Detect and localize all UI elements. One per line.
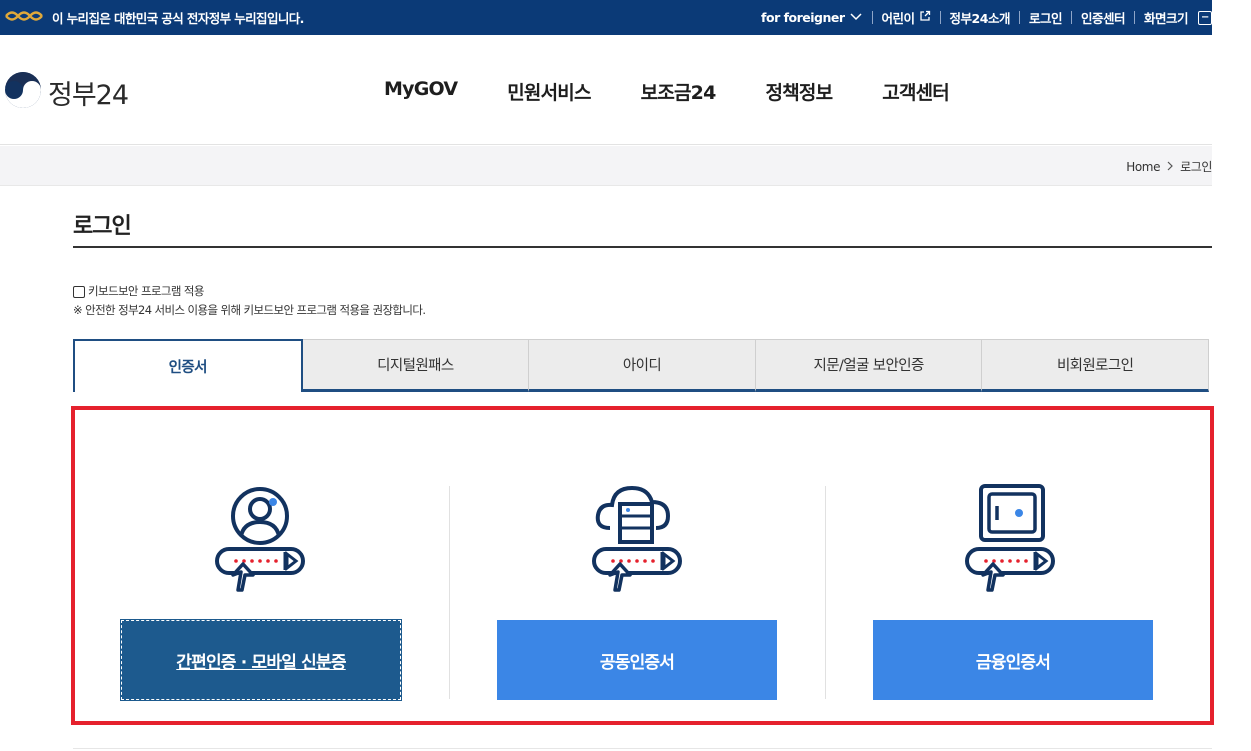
site-header: 정부24 MyGOV 민원서비스 보조금24 정책정보 고객센터 bbox=[0, 35, 1212, 145]
kids-label: 어린이 bbox=[881, 11, 916, 26]
login-method-tabs: 인증서 디지털원패스 아이디 지문/얼굴 보안인증 비회원로그인 bbox=[73, 339, 1209, 392]
zoom-out-button[interactable]: − bbox=[1198, 10, 1212, 25]
utility-menu: for foreigner 어린이 정부24소개 로그인 인증센터 화면크기 − bbox=[761, 8, 1212, 27]
divider bbox=[1070, 11, 1072, 24]
simple-auth-person-icon bbox=[211, 482, 311, 594]
financial-cert-safe-icon bbox=[961, 482, 1061, 594]
keyboard-security: 키보드보안 프로그램 적용 ※ 안전한 정부24 서비스 이용을 위해 키보드보… bbox=[73, 282, 426, 320]
tab-digital-onepass[interactable]: 디지털원패스 bbox=[302, 339, 530, 392]
for-foreigner-dropdown[interactable]: for foreigner bbox=[761, 10, 862, 25]
column-divider bbox=[825, 486, 826, 699]
breadcrumb-current: 로그인 bbox=[1180, 160, 1212, 174]
keyboard-security-notice: ※ 안전한 정부24 서비스 이용을 위해 키보드보안 프로그램 적용을 권장합… bbox=[73, 303, 426, 317]
keyboard-security-checkbox[interactable] bbox=[73, 285, 85, 298]
for-foreigner-label: for foreigner bbox=[761, 10, 845, 25]
divider bbox=[1133, 11, 1135, 24]
cert-center-link[interactable]: 인증센터 bbox=[1081, 8, 1126, 27]
keyboard-security-label[interactable]: 키보드보안 프로그램 적용 bbox=[88, 282, 204, 301]
chevron-down-icon bbox=[849, 10, 863, 25]
nav-mygov[interactable]: MyGOV bbox=[384, 78, 458, 105]
login-link[interactable]: 로그인 bbox=[1029, 8, 1063, 27]
about-link[interactable]: 정부24소개 bbox=[950, 8, 1011, 27]
divider bbox=[939, 11, 941, 24]
kids-link[interactable]: 어린이 bbox=[882, 8, 931, 27]
nav-civil-service[interactable]: 민원서비스 bbox=[507, 78, 591, 105]
nav-policy[interactable]: 정책정보 bbox=[766, 78, 834, 105]
taegeuk-logo-icon bbox=[4, 71, 42, 113]
divider bbox=[1018, 11, 1020, 24]
official-notice-text: 이 누리집은 대한민국 공식 전자정부 누리집입니다. bbox=[52, 11, 304, 26]
site-name: 정부24 bbox=[48, 79, 129, 111]
nav-subsidy[interactable]: 보조금24 bbox=[641, 78, 717, 105]
official-notice-bar: 이 누리집은 대한민국 공식 전자정부 누리집입니다. for foreigne… bbox=[0, 0, 1212, 35]
main-navigation: MyGOV 민원서비스 보조금24 정책정보 고객센터 bbox=[384, 78, 950, 105]
external-link-icon bbox=[919, 10, 931, 25]
nav-customer-center[interactable]: 고객센터 bbox=[882, 78, 950, 105]
content-bottom-divider bbox=[73, 748, 1212, 749]
simple-auth-mobile-id-button[interactable]: 간편인증 · 모바일 신분증 bbox=[120, 619, 402, 701]
title-divider bbox=[73, 246, 1212, 248]
screen-size-label: 화면크기 bbox=[1143, 11, 1189, 26]
tab-biometric[interactable]: 지문/얼굴 보안인증 bbox=[755, 339, 983, 392]
tab-non-member[interactable]: 비회원로그인 bbox=[982, 339, 1209, 392]
joint-cert-cloud-icon bbox=[588, 482, 688, 594]
site-logo[interactable]: 정부24 bbox=[4, 71, 129, 113]
tab-certificate[interactable]: 인증서 bbox=[73, 339, 303, 392]
column-divider bbox=[449, 486, 450, 699]
tab-id[interactable]: 아이디 bbox=[529, 339, 756, 392]
joint-certificate-button[interactable]: 공동인증서 bbox=[497, 620, 777, 700]
screen-size-control: 화면크기 − bbox=[1144, 8, 1212, 27]
page-title: 로그인 bbox=[73, 214, 132, 239]
breadcrumb-band: Home 로그인 bbox=[0, 146, 1212, 186]
breadcrumb: Home 로그인 bbox=[1126, 158, 1212, 175]
official-notice: 이 누리집은 대한민국 공식 전자정부 누리집입니다. bbox=[4, 8, 304, 27]
financial-certificate-button[interactable]: 금융인증서 bbox=[873, 620, 1153, 700]
breadcrumb-home[interactable]: Home bbox=[1126, 160, 1160, 174]
page: 이 누리집은 대한민국 공식 전자정부 누리집입니다. for foreigne… bbox=[0, 0, 1251, 751]
gov-emblem-icon bbox=[4, 8, 44, 27]
divider bbox=[871, 11, 873, 24]
chevron-right-icon bbox=[1166, 160, 1174, 174]
